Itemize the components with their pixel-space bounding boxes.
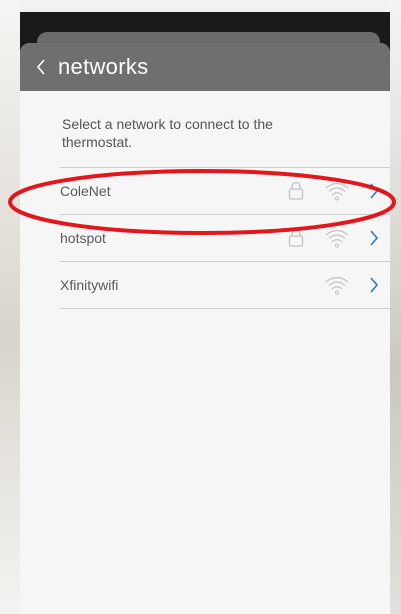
chevron-right-icon <box>370 277 379 293</box>
header-bar: networks <box>20 43 390 91</box>
back-button[interactable] <box>32 53 50 81</box>
network-row-hotspot[interactable]: hotspot <box>60 214 390 261</box>
background-right <box>390 0 401 614</box>
wifi-icon <box>325 276 349 295</box>
page-title: networks <box>58 54 149 79</box>
wifi-icon <box>325 182 349 201</box>
instruction-text: Select a network to connect to the therm… <box>62 116 273 150</box>
lock-icon <box>288 181 304 200</box>
chevron-left-icon <box>36 59 45 75</box>
wifi-icon <box>325 229 349 248</box>
chevron-right-icon <box>370 230 379 246</box>
chevron-right-icon <box>370 183 379 199</box>
background-left <box>0 0 22 614</box>
network-list: ColeNet hotspot Xfinitywifi <box>20 167 390 309</box>
lock-icon <box>288 228 304 247</box>
network-row-colenet[interactable]: ColeNet <box>60 167 390 214</box>
network-row-xfinitywifi[interactable]: Xfinitywifi <box>60 261 390 309</box>
networks-screen: networks Select a network to connect to … <box>20 43 390 614</box>
